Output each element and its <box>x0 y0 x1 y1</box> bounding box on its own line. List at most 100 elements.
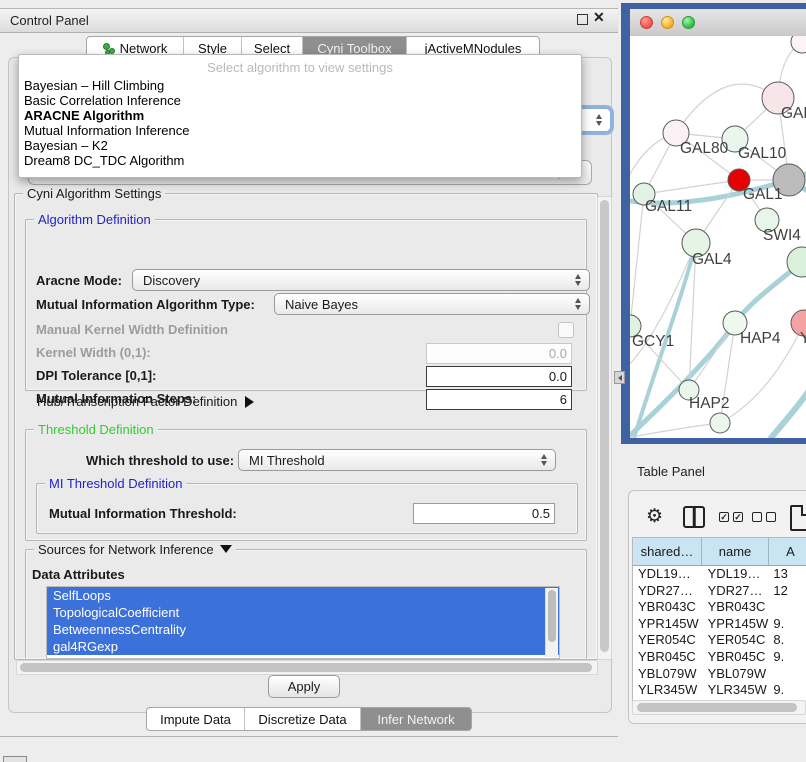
close-traffic-light[interactable] <box>640 16 653 29</box>
table-row[interactable]: YBR043CYBR043C <box>633 599 806 616</box>
mi-type-label: Mutual Information Algorithm Type: <box>36 297 255 312</box>
hub-definition-toggle[interactable]: Hub/Transcription Factor Definition <box>37 394 254 409</box>
attribute-list-item[interactable]: SelfLoops <box>47 587 559 604</box>
network-node-label: Y <box>800 330 806 347</box>
dpi-tolerance-field[interactable]: 0.0 <box>426 366 572 387</box>
dropdown-item[interactable]: Bayesian – K2 <box>19 138 581 153</box>
network-node-label: GAL11 <box>645 198 692 215</box>
kernel-width-label: Kernel Width (0,1): <box>36 345 151 360</box>
algorithm-dropdown-popup: Select algorithm to view settings Bayesi… <box>18 54 582 178</box>
which-threshold-combo[interactable]: MI Threshold <box>238 449 556 471</box>
network-window-titlebar[interactable] <box>630 9 806 37</box>
bottom-tab-discretize-data[interactable]: Discretize Data <box>245 708 361 730</box>
bottom-tab-infer-network[interactable]: Infer Network <box>361 708 471 730</box>
which-threshold-label: Which threshold to use: <box>86 453 234 468</box>
select-all-checkbox-icon[interactable]: ✓ <box>719 512 729 522</box>
table-row[interactable]: YDR27…YDR27…12 <box>633 583 806 600</box>
network-edge[interactable] <box>630 194 644 326</box>
table-cell: YBL079W <box>633 666 703 683</box>
control-panel-header: Control Panel <box>0 8 618 33</box>
float-panel-icon[interactable] <box>577 14 588 25</box>
manual-kernel-checkbox[interactable] <box>558 322 574 338</box>
network-edge-highlight[interactable] <box>770 386 806 438</box>
file-export-icon[interactable] <box>790 505 806 531</box>
network-canvas[interactable]: GALGAL80GAL10GAL1GAL11SWI4GAL4GCY1HAP4YH… <box>630 36 806 438</box>
mi-threshold-group-title: MI Threshold Definition <box>45 476 186 491</box>
table-column-header[interactable]: name <box>702 538 769 565</box>
mi-threshold-field[interactable]: 0.5 <box>413 503 555 524</box>
table-row[interactable]: YER054CYER054C8. <box>633 632 806 649</box>
attribute-list-item[interactable]: BetweennessCentrality <box>47 621 559 638</box>
dpi-tolerance-value: 0.0 <box>549 369 567 384</box>
table-cell <box>770 666 806 683</box>
kernel-width-field[interactable]: 0.0 <box>426 343 572 364</box>
mi-threshold-group: MI Threshold Definition Mutual Informati… <box>36 483 578 534</box>
network-view-frame[interactable]: GALGAL80GAL10GAL1GAL11SWI4GAL4GCY1HAP4YH… <box>621 3 806 444</box>
table-column-header[interactable]: shared… <box>633 538 702 565</box>
columns-icon[interactable] <box>683 506 705 528</box>
zoom-traffic-light[interactable] <box>682 16 695 29</box>
attribute-list-item[interactable]: TopologicalCoefficient <box>47 604 559 621</box>
table-cell: YER054C <box>633 632 703 649</box>
table-cell: YDL19… <box>703 566 771 583</box>
deselect-all-checkbox-icon[interactable] <box>752 512 762 522</box>
node-table: shared…nameAYDL19…YDL19…13YDR27…YDR27…12… <box>632 537 806 702</box>
aracne-mode-combo[interactable]: Discovery <box>132 269 590 291</box>
sources-group: Sources for Network Inference Data Attri… <box>25 549 587 659</box>
network-node-label: GAL10 <box>738 145 787 162</box>
combo-arrows-icon <box>575 298 582 310</box>
settings-hscroll-thumb[interactable] <box>20 663 592 672</box>
network-node-label: GAL80 <box>680 140 729 157</box>
attribute-list-item[interactable]: gal4RGexp <box>47 638 559 655</box>
gear-icon[interactable]: ⚙ <box>646 507 663 526</box>
table-hscroll-thumb[interactable] <box>637 703 797 712</box>
bottom-tab-impute-data[interactable]: Impute Data <box>147 708 245 730</box>
close-panel-icon[interactable]: ✕ <box>593 9 607 25</box>
network-graph-icon <box>103 42 115 54</box>
table-row[interactable]: YBR045CYBR045C9. <box>633 649 806 666</box>
dropdown-item[interactable]: Dream8 DC_TDC Algorithm <box>19 153 581 168</box>
table-row[interactable]: YDL19…YDL19…13 <box>633 566 806 583</box>
table-column-header[interactable]: A <box>769 538 806 565</box>
list-scrollbar-thumb[interactable] <box>548 590 556 642</box>
table-cell: YDR27… <box>633 583 703 600</box>
table-cell: YBR045C <box>633 649 703 666</box>
settings-vertical-scrollbar[interactable] <box>597 196 612 660</box>
table-cell: 9. <box>770 616 806 633</box>
table-row[interactable]: YPR145WYPR145W9. <box>633 616 806 633</box>
table-panel-title: Table Panel <box>637 464 705 479</box>
table-row[interactable]: YLR345WYLR345W9. <box>633 682 806 699</box>
apply-button-label: Apply <box>288 679 321 694</box>
apply-button[interactable]: Apply <box>268 675 340 698</box>
settings-horizontal-scrollbar[interactable] <box>16 660 598 675</box>
minimize-traffic-light[interactable] <box>661 16 674 29</box>
splitpane-grip[interactable] <box>614 371 625 384</box>
deselect-all-checkbox-icon[interactable] <box>766 512 776 522</box>
table-cell: 9. <box>770 682 806 699</box>
list-scrollbar[interactable] <box>545 588 558 657</box>
control-panel-title: Control Panel <box>10 13 89 28</box>
mi-steps-field[interactable]: 6 <box>426 389 572 410</box>
dropdown-item[interactable]: Mutual Information Inference <box>19 123 581 138</box>
data-attributes-list[interactable]: SelfLoopsTopologicalCoefficientBetweenne… <box>46 586 560 659</box>
network-node-label: HAP4 <box>740 330 781 347</box>
mi-algorithm-type-combo[interactable]: Naive Bayes <box>274 293 590 315</box>
dropdown-item[interactable]: ARACNE Algorithm <box>19 108 581 123</box>
table-row[interactable]: YBL079WYBL079W <box>633 666 806 683</box>
table-horizontal-scrollbar[interactable] <box>632 700 806 715</box>
expanded-arrow-icon <box>220 545 232 553</box>
network-node[interactable] <box>710 413 730 433</box>
network-edge[interactable] <box>644 180 739 194</box>
threshold-definition-group: Threshold Definition Which threshold to … <box>25 429 587 541</box>
dropdown-item[interactable]: Bayesian – Hill Climbing <box>19 78 581 93</box>
manual-kernel-label: Manual Kernel Width Definition <box>36 322 228 337</box>
dropdown-item[interactable]: Basic Correlation Inference <box>19 93 581 108</box>
settings-vscroll-thumb[interactable] <box>600 200 609 652</box>
collapsed-panel-icon[interactable] <box>3 756 27 762</box>
network-edge[interactable] <box>676 84 778 133</box>
sources-title[interactable]: Sources for Network Inference <box>34 542 236 557</box>
select-all-checkbox-icon[interactable]: ✓ <box>733 512 743 522</box>
network-node-label: GAL <box>781 105 806 122</box>
table-cell: 12 <box>770 583 806 600</box>
combo-arrows-icon <box>575 274 582 286</box>
